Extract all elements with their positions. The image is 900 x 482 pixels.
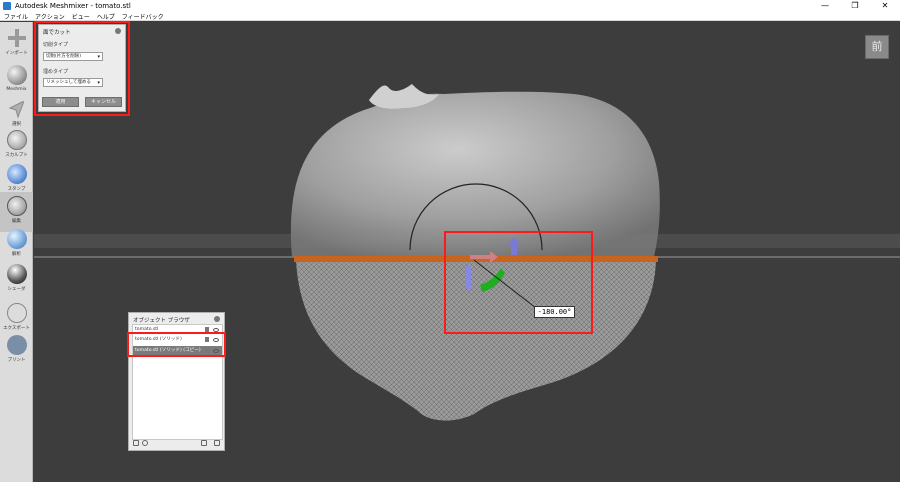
maximize-button[interactable]: ❐ xyxy=(840,0,870,12)
brush-icon xyxy=(6,130,27,150)
highlight-plane-cut-panel xyxy=(34,21,130,116)
analysis-icon xyxy=(6,229,27,249)
highlight-gizmo xyxy=(444,231,593,334)
print-icon xyxy=(6,335,27,355)
menu-action[interactable]: アクション xyxy=(35,12,65,21)
minimize-button[interactable]: — xyxy=(810,0,840,12)
view-cube[interactable]: 前 xyxy=(865,35,889,59)
close-icon[interactable] xyxy=(214,316,220,322)
trash-icon[interactable] xyxy=(214,440,220,446)
menu-view[interactable]: ビュー xyxy=(72,12,90,21)
tool-analysis[interactable]: 解析 xyxy=(0,225,33,265)
highlight-object-rows xyxy=(127,332,226,357)
tool-label: スカルプト xyxy=(5,153,28,158)
close-button[interactable]: ✕ xyxy=(870,0,900,12)
tool-label: プリント xyxy=(7,358,26,363)
left-toolbar: インポート Meshmix 選択 スカルプト スタンプ 編集 解析 シェーダ エ… xyxy=(0,22,33,482)
shader-icon xyxy=(6,264,27,284)
app-icon xyxy=(3,2,11,10)
menu-file[interactable]: ファイル xyxy=(4,12,28,21)
cube-icon[interactable] xyxy=(133,440,139,446)
meshmixer-window: Autodesk Meshmixer - tomato.stl — ❐ ✕ ファ… xyxy=(0,0,900,482)
export-icon xyxy=(6,303,27,323)
object-browser-footer xyxy=(129,440,226,448)
menu-help[interactable]: ヘルプ xyxy=(97,12,115,21)
tool-import[interactable]: インポート xyxy=(0,24,33,64)
window-controls: — ❐ ✕ xyxy=(810,0,900,12)
stamp-icon xyxy=(6,164,27,184)
window-title: Autodesk Meshmixer - tomato.stl xyxy=(15,2,131,10)
tool-print[interactable]: プリント xyxy=(0,328,33,368)
duplicate-icon[interactable] xyxy=(201,440,207,446)
sphere-icon xyxy=(6,65,27,85)
title-bar: Autodesk Meshmixer - tomato.stl — ❐ ✕ xyxy=(0,0,900,12)
edit-icon xyxy=(6,196,27,216)
tool-label: 解析 xyxy=(12,252,21,257)
tool-shader[interactable]: シェーダ xyxy=(0,260,33,300)
object-browser-title: オブジェクト ブラウザ xyxy=(133,318,190,324)
plus-icon xyxy=(7,28,27,48)
tool-label: インポート xyxy=(5,51,28,56)
tool-label: 編集 xyxy=(12,219,21,224)
menu-bar: ファイル アクション ビュー ヘルプ フィードバック xyxy=(0,12,900,21)
menu-feedback[interactable]: フィードバック xyxy=(122,12,164,21)
arrow-icon xyxy=(8,99,25,119)
sphere-icon[interactable] xyxy=(142,440,148,446)
tool-label: Meshmix xyxy=(6,87,27,92)
tool-label: シェーダ xyxy=(7,287,26,292)
